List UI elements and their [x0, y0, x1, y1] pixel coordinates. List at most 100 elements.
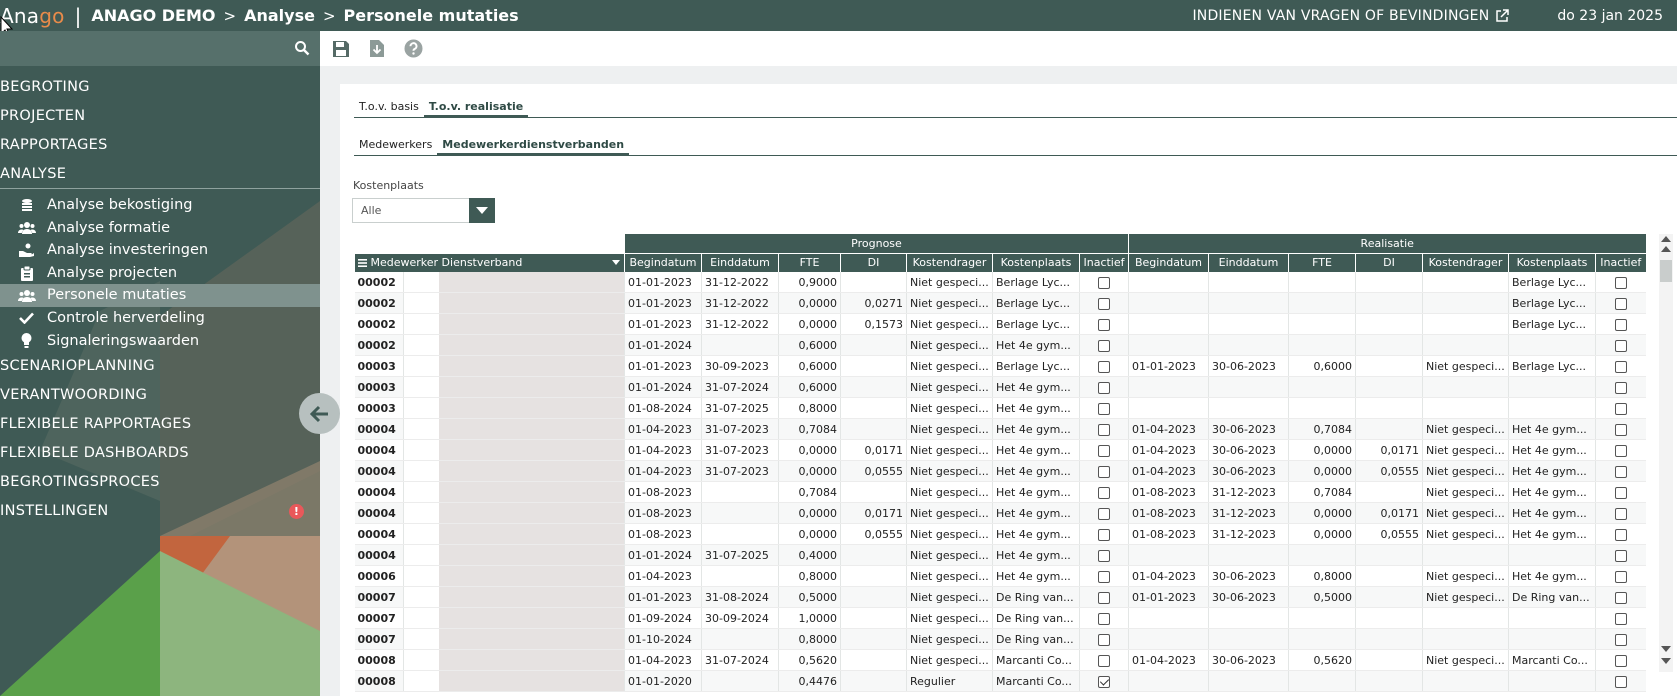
feedback-link[interactable]: INDIENEN VAN VRAGEN OF BEVINDINGEN	[1192, 8, 1510, 24]
search-icon[interactable]	[294, 40, 310, 56]
inactief-checkbox[interactable]	[1614, 276, 1627, 289]
inactief-checkbox[interactable]	[1614, 339, 1627, 352]
inactief-checkbox[interactable]	[1614, 423, 1627, 436]
inactief-checkbox[interactable]	[1098, 297, 1110, 310]
column-header-einddatum[interactable]: Einddatum	[701, 252, 779, 272]
inactief-checkbox[interactable]	[1098, 675, 1110, 688]
table-row[interactable]: 00003 01-08-2024 31-07-2025 0,8000 Niet gesp…	[354, 397, 1646, 419]
sidebar-item-analyse-investeringen[interactable]: Analyse investeringen	[0, 239, 320, 262]
inactief-checkbox[interactable]	[1614, 402, 1627, 415]
inactief-checkbox[interactable]	[1098, 528, 1110, 541]
table-row[interactable]: 00002 01-01-2023 31-12-2022 0,9000 Niet gesp…	[354, 272, 1646, 293]
inactief-checkbox[interactable]	[1614, 465, 1627, 478]
table-row[interactable]: 00002 01-01-2023 31-12-2022 0,0000 0,1573 Nie…	[354, 313, 1646, 335]
table-row[interactable]: 00003 01-01-2024 31-07-2024 0,6000 Niet gesp…	[354, 376, 1646, 398]
inactief-checkbox[interactable]	[1614, 528, 1627, 541]
inactief-checkbox[interactable]	[1614, 654, 1627, 667]
tab-medewerkers[interactable]: Medewerkers	[354, 136, 437, 155]
inactief-checkbox[interactable]	[1614, 381, 1627, 394]
inactief-checkbox[interactable]	[1614, 507, 1627, 520]
dropdown-button[interactable]	[469, 198, 495, 223]
column-header-einddatum-realisatie[interactable]: Einddatum	[1208, 252, 1289, 272]
sidebar-item-rapportages[interactable]: RAPPORTAGES	[0, 131, 320, 160]
column-header-fte[interactable]: FTE	[778, 252, 841, 272]
inactief-checkbox[interactable]	[1098, 570, 1110, 583]
table-row[interactable]: 00004 01-04-2023 31-07-2023 0,0000 0,0171 Nie…	[354, 439, 1646, 461]
inactief-checkbox[interactable]	[1098, 486, 1110, 499]
table-row[interactable]: 00004 01-01-2024 31-07-2025 0,4000 Niet gesp…	[354, 544, 1646, 566]
column-header-di-realisatie[interactable]: DI	[1355, 252, 1423, 272]
menu-icon[interactable]	[358, 259, 367, 268]
inactief-checkbox[interactable]	[1614, 633, 1627, 646]
inactief-checkbox[interactable]	[1614, 486, 1627, 499]
column-header-kostenplaats-realisatie[interactable]: Kostenplaats	[1508, 252, 1596, 272]
inactief-checkbox[interactable]	[1098, 612, 1110, 625]
inactief-checkbox[interactable]	[1614, 675, 1627, 688]
sidebar-item-instellingen[interactable]: INSTELLINGEN !	[0, 497, 320, 526]
column-header-begindatum-realisatie[interactable]: Begindatum	[1128, 252, 1209, 272]
table-row[interactable]: 00003 01-01-2023 30-09-2023 0,6000 Niet gesp…	[354, 355, 1646, 377]
sidebar-item-analyse-bekostiging[interactable]: Analyse bekostiging	[0, 194, 320, 217]
inactief-checkbox[interactable]	[1614, 360, 1627, 373]
inactief-checkbox[interactable]	[1098, 654, 1110, 667]
help-button[interactable]	[398, 34, 428, 64]
inactief-checkbox[interactable]	[1614, 591, 1627, 604]
inactief-checkbox[interactable]	[1098, 507, 1110, 520]
tab-medewerkerdienstverbanden[interactable]: Medewerkerdienstverbanden	[437, 136, 630, 155]
inactief-checkbox[interactable]	[1098, 633, 1110, 646]
table-row[interactable]: 00007 01-01-2023 31-08-2024 0,5000 Niet gesp…	[354, 586, 1646, 608]
sidebar-item-verantwoording[interactable]: VERANTWOORDING	[0, 381, 320, 410]
sidebar-item-flexibele-dashboards[interactable]: FLEXIBELE DASHBOARDS	[0, 439, 320, 468]
column-header-di[interactable]: DI	[840, 252, 907, 272]
inactief-checkbox[interactable]	[1614, 297, 1627, 310]
sidebar-item-projecten[interactable]: PROJECTEN	[0, 102, 320, 131]
column-header-kostendrager[interactable]: Kostendrager	[906, 252, 993, 272]
inactief-checkbox[interactable]	[1098, 318, 1110, 331]
column-header-inactief-realisatie[interactable]: Inactief	[1595, 252, 1646, 272]
inactief-checkbox[interactable]	[1098, 591, 1110, 604]
column-header-begindatum[interactable]: Begindatum	[624, 252, 702, 272]
inactief-checkbox[interactable]	[1614, 549, 1627, 562]
column-header-medewerker-dienstverband[interactable]: Medewerker Dienstverband	[354, 252, 625, 272]
breadcrumb-home[interactable]: ANAGO DEMO	[91, 6, 215, 25]
sidebar-item-begroting[interactable]: BEGROTING	[0, 73, 320, 102]
table-row[interactable]: 00004 01-04-2023 31-07-2023 0,7084 Niet gesp…	[354, 418, 1646, 440]
table-row[interactable]: 00004 01-04-2023 31-07-2023 0,0000 0,0555 Nie…	[354, 460, 1646, 482]
sidebar-item-analyse-projecten[interactable]: Analyse projecten	[0, 262, 320, 285]
inactief-checkbox[interactable]	[1614, 612, 1627, 625]
collapse-sidebar-button[interactable]	[299, 393, 340, 434]
inactief-checkbox[interactable]	[1098, 381, 1110, 394]
inactief-checkbox[interactable]	[1098, 444, 1110, 457]
table-row[interactable]: 00008 01-01-2020 0,4476 Regulier Marcanti Co…	[354, 670, 1646, 692]
scroll-up-icon[interactable]	[1661, 246, 1671, 252]
grid-vertical-scrollbar[interactable]	[1659, 234, 1673, 672]
sidebar-item-begrotingsproces[interactable]: BEGROTINGSPROCES	[0, 468, 320, 497]
sidebar-item-controle-herverdeling[interactable]: Controle herverdeling	[0, 307, 320, 330]
tab-tov-realisatie[interactable]: T.o.v. realisatie	[423, 98, 529, 117]
scroll-bottom-icon[interactable]	[1661, 658, 1671, 664]
export-button[interactable]	[362, 34, 392, 64]
sidebar-item-analyse[interactable]: ANALYSE	[0, 160, 320, 189]
chevron-down-icon[interactable]	[612, 259, 620, 265]
column-header-inactief[interactable]: Inactief	[1079, 252, 1129, 272]
inactief-checkbox[interactable]	[1614, 570, 1627, 583]
kostenplaats-select[interactable]: Alle	[352, 198, 495, 223]
inactief-checkbox[interactable]	[1098, 339, 1110, 352]
sidebar-item-signaleringswaarden[interactable]: Signaleringswaarden	[0, 330, 320, 353]
table-row[interactable]: 00007 01-09-2024 30-09-2024 1,0000 Niet gesp…	[354, 607, 1646, 629]
table-row[interactable]: 00008 01-04-2023 31-07-2024 0,5620 Niet gesp…	[354, 649, 1646, 671]
sidebar-item-analyse-formatie[interactable]: Analyse formatie	[0, 217, 320, 240]
inactief-checkbox[interactable]	[1098, 360, 1110, 373]
sidebar-item-personele-mutaties[interactable]: Personele mutaties	[0, 284, 320, 307]
table-row[interactable]: 00004 01-08-2023 0,0000 0,0171 Niet gespeci.…	[354, 502, 1646, 524]
sidebar-item-flexibele-rapportages[interactable]: FLEXIBELE RAPPORTAGES	[0, 410, 320, 439]
column-header-kostendrager-realisatie[interactable]: Kostendrager	[1422, 252, 1509, 272]
inactief-checkbox[interactable]	[1614, 444, 1627, 457]
scrollbar-thumb[interactable]	[1660, 260, 1672, 282]
inactief-checkbox[interactable]	[1098, 423, 1110, 436]
table-row[interactable]: 00007 01-10-2024 0,8000 Niet gespeci... De R…	[354, 628, 1646, 650]
inactief-checkbox[interactable]	[1098, 402, 1110, 415]
inactief-checkbox[interactable]	[1614, 318, 1627, 331]
tab-tov-basis[interactable]: T.o.v. basis	[354, 98, 424, 117]
scroll-top-icon[interactable]	[1661, 236, 1671, 242]
